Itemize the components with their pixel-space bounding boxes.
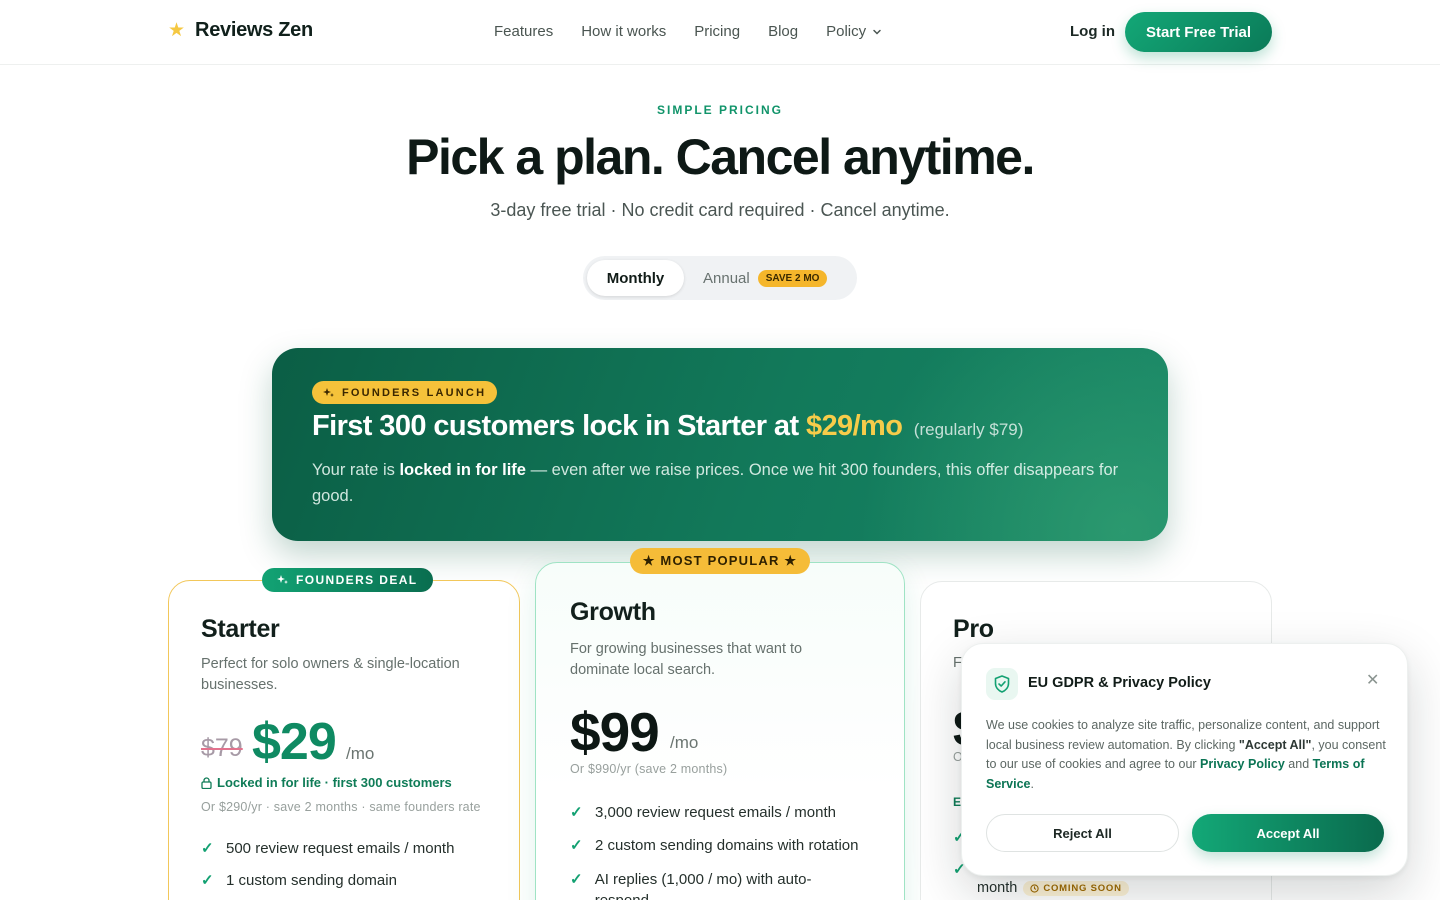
feature-text: 500 review request emails / month bbox=[226, 840, 455, 857]
feature-text: 2 custom sending domains with rotation bbox=[595, 837, 859, 854]
banner-price: $29/mo bbox=[805, 410, 903, 442]
nav-link-how-it-works[interactable]: How it works bbox=[581, 23, 666, 40]
plan-name-growth: Growth bbox=[570, 598, 656, 626]
feature-text: month bbox=[977, 880, 1018, 896]
nav-links: Features How it works Pricing Blog Polic… bbox=[494, 23, 882, 40]
toggle-monthly[interactable]: Monthly bbox=[587, 260, 684, 296]
clock-icon bbox=[1030, 883, 1039, 893]
check-icon: ✓ bbox=[201, 872, 214, 889]
nav-dropdown-policy[interactable]: Policy bbox=[826, 23, 882, 40]
feature-text: AI replies (1,000 / mo) with auto-respon… bbox=[594, 871, 812, 900]
check-icon: ✓ bbox=[570, 871, 583, 888]
per-month-growth: /mo bbox=[670, 733, 699, 752]
brand-name: Reviews Zen bbox=[195, 19, 313, 41]
sparkle-icon bbox=[323, 387, 334, 397]
banner-body-bold: locked in for life bbox=[399, 461, 526, 479]
coming-soon-badge: COMING SOON bbox=[1023, 880, 1129, 896]
plan-name-pro: Pro bbox=[953, 615, 994, 643]
banner-body: Your rate is locked in for life — even a… bbox=[312, 457, 1142, 509]
feature-item: ✓ 2 custom sending domains with rotation bbox=[570, 835, 858, 856]
old-price-starter: $79 bbox=[201, 734, 243, 762]
banner-title: First 300 customers lock in Starter at $… bbox=[312, 410, 1023, 443]
banner-title-text: First 300 customers lock in Starter at bbox=[312, 410, 806, 442]
pro-section-label: E bbox=[953, 795, 962, 809]
feature-text: 1 custom sending domain bbox=[226, 872, 397, 889]
login-link[interactable]: Log in bbox=[1070, 23, 1115, 40]
check-icon: ✓ bbox=[201, 840, 214, 857]
plan-name-starter: Starter bbox=[201, 615, 280, 643]
start-trial-button[interactable]: Start Free Trial bbox=[1125, 12, 1272, 52]
lock-icon bbox=[201, 776, 212, 789]
founders-deal-tag: FOUNDERS DEAL bbox=[262, 568, 433, 592]
founders-deal-label: FOUNDERS DEAL bbox=[296, 573, 418, 587]
feature-item: ✓ 3,000 review request emails / month bbox=[570, 802, 836, 823]
nav-link-features[interactable]: Features bbox=[494, 23, 553, 40]
banner-body-text: Your rate is bbox=[312, 461, 400, 479]
nav-policy-label: Policy bbox=[826, 23, 867, 40]
feature-item: ✓ 1 custom sending domain bbox=[201, 870, 397, 891]
page-title: Pick a plan. Cancel anytime. bbox=[406, 129, 1035, 185]
save-badge: SAVE 2 MO bbox=[757, 269, 828, 287]
reject-all-button[interactable]: Reject All bbox=[986, 814, 1179, 852]
banner-regular-price: (regularly $79) bbox=[913, 420, 1024, 439]
price-starter: $29 bbox=[252, 713, 337, 771]
per-month-starter: /mo bbox=[346, 744, 375, 763]
close-icon[interactable]: ✕ bbox=[1366, 670, 1379, 690]
feature-text: 3,000 review request emails / month bbox=[595, 804, 836, 821]
cookie-consent-modal: EU GDPR & Privacy Policy ✕ We use cookie… bbox=[961, 643, 1408, 876]
sparkle-icon bbox=[277, 575, 288, 584]
founders-launch-pill: FOUNDERS LAUNCH bbox=[312, 381, 498, 404]
plan-desc-starter: Perfect for solo owners & single-locatio… bbox=[201, 656, 460, 693]
cookie-text: We use cookies to analyze site traffic, … bbox=[986, 716, 1388, 794]
brand-logo[interactable]: ★ Reviews Zen bbox=[168, 19, 313, 42]
feature-item: ✓ 500 review request emails / month bbox=[201, 838, 454, 859]
accept-all-button[interactable]: Accept All bbox=[1192, 814, 1384, 852]
founders-launch-label: FOUNDERS LAUNCH bbox=[342, 386, 487, 399]
plan-desc-growth: For growing businesses that want to domi… bbox=[570, 641, 803, 678]
nav-link-pricing[interactable]: Pricing bbox=[694, 23, 740, 40]
toggle-annual-label: Annual bbox=[703, 269, 750, 287]
check-icon: ✓ bbox=[570, 804, 583, 821]
most-popular-tag: ★ MOST POPULAR ★ bbox=[630, 548, 810, 574]
coming-soon-label: COMING SOON bbox=[1043, 882, 1122, 894]
yearly-note-starter: Or $290/yr · save 2 months · same founde… bbox=[201, 800, 481, 814]
check-icon: ✓ bbox=[570, 837, 583, 854]
cookie-title: EU GDPR & Privacy Policy bbox=[1028, 675, 1211, 691]
yearly-note-growth: Or $990/yr (save 2 months) bbox=[570, 762, 728, 776]
star-icon: ★ bbox=[168, 20, 186, 41]
cookie-text-part: and bbox=[1284, 757, 1313, 771]
top-nav: ★ Reviews Zen Features How it works Pric… bbox=[0, 0, 1440, 65]
lock-note-text: Locked in for life · first 300 customers bbox=[217, 775, 452, 790]
cookie-text-part: . bbox=[1030, 776, 1034, 791]
cookie-text-bold: "Accept All" bbox=[1238, 737, 1312, 752]
chevron-down-icon bbox=[873, 29, 881, 35]
billing-toggle: Monthly Annual SAVE 2 MO bbox=[583, 256, 857, 300]
toggle-annual[interactable]: Annual SAVE 2 MO bbox=[703, 260, 828, 296]
lock-note-starter: Locked in for life · first 300 customers bbox=[201, 775, 452, 790]
feature-item: ✓ AI replies (1,000 / mo) with auto-resp… bbox=[570, 869, 860, 900]
price-growth: $99 bbox=[570, 701, 660, 763]
privacy-policy-link[interactable]: Privacy Policy bbox=[1200, 757, 1285, 771]
nav-link-blog[interactable]: Blog bbox=[768, 23, 798, 40]
pricing-eyebrow: SIMPLE PRICING bbox=[656, 103, 783, 117]
founders-banner: FOUNDERS LAUNCH First 300 customers lock… bbox=[272, 348, 1168, 541]
shield-check-icon bbox=[986, 668, 1018, 700]
page-subtitle: 3-day free trial · No credit card requir… bbox=[490, 200, 950, 220]
feature-item: month COMING SOON bbox=[977, 880, 1129, 896]
